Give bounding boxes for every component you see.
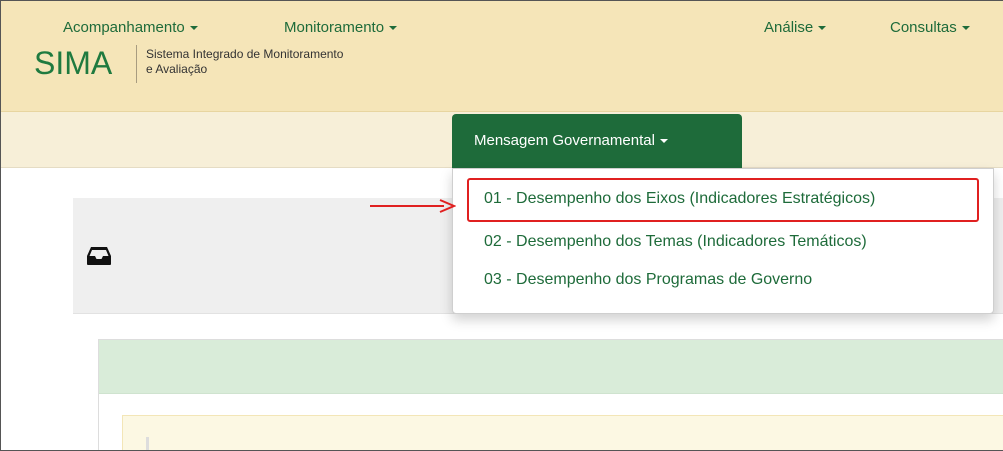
green-panel-heading [99,340,1003,394]
nav-analise-label: Análise [764,19,814,36]
menu-item-desempenho-temas[interactable]: 02 - Desempenho dos Temas (Indicadores T… [484,233,867,251]
caret-down-icon [659,139,668,144]
app-subtitle-line2: e Avaliação [146,62,208,76]
nav-consultas-label: Consultas [890,19,957,36]
inbox-icon [87,247,111,265]
nav-mensagem-governamental-text[interactable]: Mensagem Governamental [474,132,668,149]
yellow-notice-box [122,415,1003,450]
caret-down-icon [189,26,198,31]
app-subtitle: Sistema Integrado de Monitoramento e Ava… [146,47,343,77]
nav-monitoramento[interactable]: Monitoramento [284,19,398,36]
menu-item-desempenho-programas[interactable]: 03 - Desempenho dos Programas de Governo [484,271,812,289]
app-logo[interactable]: SIMA [34,45,112,82]
highlight-box [467,178,979,222]
nav-monitoramento-label: Monitoramento [284,19,385,36]
app-subtitle-line1: Sistema Integrado de Monitoramento [146,47,344,61]
logo-divider [136,45,137,83]
nav-mensagem-governamental-label: Mensagem Governamental [474,132,655,149]
notice-marker [146,437,149,450]
pointer-arrow-icon [370,199,456,213]
nav-acompanhamento[interactable]: Acompanhamento [63,19,198,36]
caret-down-icon [389,26,398,31]
nav-acompanhamento-label: Acompanhamento [63,19,185,36]
caret-down-icon [818,26,827,31]
caret-down-icon [961,26,970,31]
app-window: SIMA Sistema Integrado de Monitoramento … [0,0,1003,451]
nav-consultas[interactable]: Consultas [890,19,970,36]
nav-analise[interactable]: Análise [764,19,827,36]
